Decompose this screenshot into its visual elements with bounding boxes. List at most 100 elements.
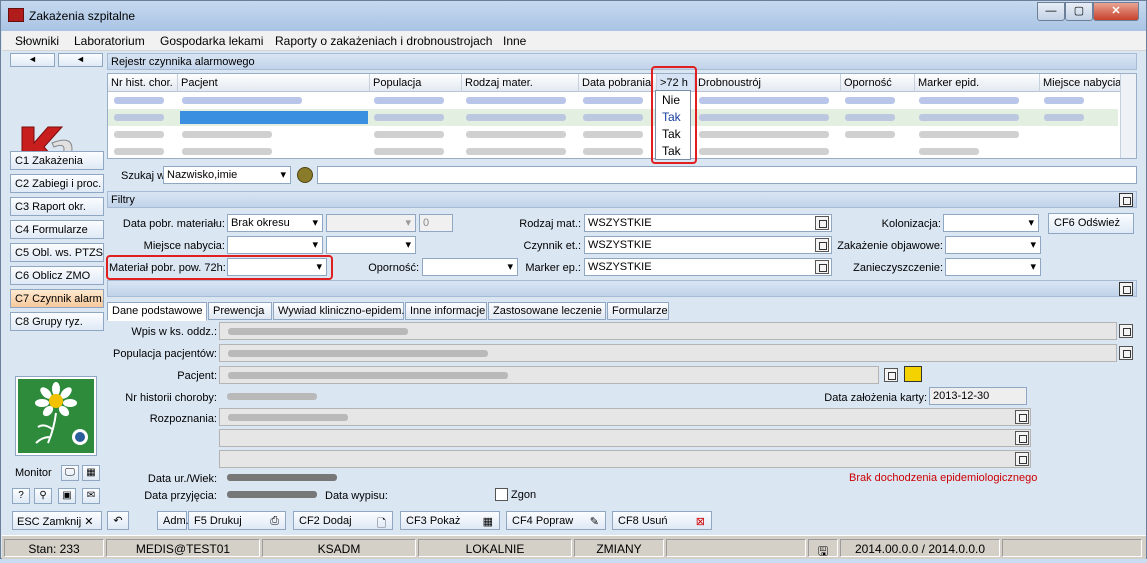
rozpoznanie-3-picker-icon[interactable] — [1015, 452, 1029, 466]
kolonizacja-select[interactable] — [943, 214, 1039, 232]
minimize-button[interactable]: — — [1037, 2, 1065, 21]
menu-gospodarka-lekami[interactable]: Gospodarka lekami — [160, 34, 263, 48]
data-pobr-label: Data pobr. materiału: — [122, 218, 225, 230]
search-input[interactable] — [317, 166, 1137, 184]
marker-ep-field[interactable]: WSZYSTKIE — [584, 258, 832, 276]
add-button[interactable]: CF2 Dodaj 🗋 — [293, 511, 393, 530]
col-data-pobrania[interactable]: Data pobrania — [579, 74, 657, 92]
menu-inne[interactable]: Inne — [503, 34, 526, 48]
app-window: Zakażenia szpitalne — ▢ ✕ Słowniki Labor… — [0, 0, 1147, 559]
nav-c4-formularze[interactable]: C4 Formularze — [10, 220, 104, 239]
nr-historii-label: Nr historii choroby: — [125, 392, 217, 404]
tab-prewencja[interactable]: Prewencja — [208, 302, 272, 320]
rodzaj-mat-picker-icon[interactable] — [815, 216, 829, 230]
zakazenie-objawowe-label: Zakażenie objawowe: — [837, 240, 943, 252]
registry-header: Rejestr czynnika alarmowego — [107, 53, 1137, 70]
show-button[interactable]: CF3 Pokaż ▦ — [400, 511, 500, 530]
col-rodzaj-mater[interactable]: Rodzaj mater. — [462, 74, 579, 92]
edit-label: CF4 Popraw — [512, 515, 574, 527]
table-row[interactable] — [108, 109, 1118, 126]
zgon-checkbox[interactable] — [495, 488, 508, 501]
data-pobr-select[interactable]: Brak okresu — [227, 214, 323, 232]
add-label: CF2 Dodaj — [299, 515, 352, 527]
exit-button[interactable]: ESC Zamknij ✕ — [12, 511, 102, 530]
mail-icon[interactable]: ✉ — [82, 488, 100, 504]
col-opornosc[interactable]: Oporność — [841, 74, 915, 92]
menu-laboratorium[interactable]: Laboratorium — [74, 34, 145, 48]
rozpoznanie-1-picker-icon[interactable] — [1015, 410, 1029, 424]
patient-card-icon[interactable] — [904, 366, 922, 382]
czynnik-et-picker-icon[interactable] — [815, 238, 829, 252]
nav-c5-obl-ws-ptzs[interactable]: C5 Obl. ws. PTZS — [10, 243, 104, 262]
delete-label: CF8 Usuń — [618, 515, 668, 527]
tab-wywiad[interactable]: Wywiad kliniczno-epidem. — [273, 302, 404, 320]
populacja-picker-icon[interactable] — [1119, 346, 1133, 360]
miejsce-nabycia-select[interactable] — [227, 236, 323, 254]
table-row[interactable] — [108, 126, 1118, 143]
nav-c2-zabiegi[interactable]: C2 Zabiegi i proc. — [10, 174, 104, 193]
wpis-label: Wpis w ks. oddz.: — [131, 326, 217, 338]
data-zalozenia-field[interactable]: 2013-12-30 — [929, 387, 1027, 405]
registry-grid: Nr hist. chor. Pacjent Populacja Rodzaj … — [107, 73, 1137, 159]
populacja-field — [219, 344, 1117, 362]
search-icon[interactable]: ⚲ — [34, 488, 52, 504]
col-drobnoustroj[interactable]: Drobnoustrój — [695, 74, 841, 92]
show-icon: ▦ — [482, 516, 493, 528]
adm-button[interactable]: Adm. — [157, 511, 189, 530]
menu-raporty[interactable]: Raporty o zakażeniach i drobnoustrojach — [275, 34, 492, 48]
tab-zastosowane-leczenie[interactable]: Zastosowane leczenie — [488, 302, 606, 320]
col-populacja[interactable]: Populacja — [370, 74, 462, 92]
data-ur-value — [219, 469, 359, 487]
tab-dane-podstawowe[interactable]: Dane podstawowe — [107, 302, 207, 321]
edit-icon: ✎ — [589, 516, 599, 528]
back-arrow-icon[interactable]: ↶ — [107, 511, 129, 530]
refresh-button[interactable]: CF6 Odśwież — [1048, 213, 1134, 234]
rozpoznanie-1 — [219, 408, 1031, 426]
miejsce-nabycia-select-2[interactable] — [326, 236, 416, 254]
table-row[interactable] — [108, 143, 1118, 158]
col-marker-epid[interactable]: Marker epid. — [915, 74, 1040, 92]
details-header-bar — [107, 280, 1137, 297]
search-field-select[interactable]: Nazwisko,imie — [163, 166, 291, 184]
collapse-details-icon[interactable] — [1119, 282, 1133, 296]
nav-c3-raport[interactable]: C3 Raport okr. — [10, 197, 104, 216]
kolonizacja-label: Kolonizacja: — [881, 218, 941, 230]
window-title: Zakażenia szpitalne — [29, 9, 136, 23]
table-row[interactable] — [108, 92, 1118, 109]
col-pacjent[interactable]: Pacjent — [178, 74, 370, 92]
image-icon[interactable]: ▣ — [58, 488, 76, 504]
filters-header: Filtry — [107, 191, 1137, 208]
close-button[interactable]: ✕ — [1093, 2, 1139, 21]
nav-back-arrow[interactable]: ◄ — [10, 53, 55, 67]
nav-c1-zakazenia[interactable]: C1 Zakażenia — [10, 151, 104, 170]
col-nr-hist[interactable]: Nr hist. chor. — [108, 74, 178, 92]
nav-c7-czynnik-alarm[interactable]: C7 Czynnik alarm. — [10, 289, 104, 308]
marker-ep-picker-icon[interactable] — [815, 260, 829, 274]
tab-inne-informacje[interactable]: Inne informacje — [405, 302, 487, 320]
zanieczyszczenie-select[interactable] — [945, 258, 1041, 276]
registry-scrollbar[interactable] — [1120, 74, 1136, 158]
nav-c6-oblicz-zmo[interactable]: C6 Oblicz ZMO — [10, 266, 104, 285]
nav-c8-grupy-ryz[interactable]: C8 Grupy ryz. — [10, 312, 104, 331]
col-miejsce-nabycia[interactable]: Miejsce nabycia — [1040, 74, 1122, 92]
menu-slowniki[interactable]: Słowniki — [15, 34, 59, 48]
gear-icon[interactable] — [297, 167, 313, 183]
nav-forward-arrow[interactable]: ◄ — [58, 53, 103, 67]
maximize-button[interactable]: ▢ — [1065, 2, 1093, 21]
marker-ep-label: Marker ep.: — [525, 262, 581, 274]
wpis-picker-icon[interactable] — [1119, 324, 1133, 338]
rozpoznanie-2-picker-icon[interactable] — [1015, 431, 1029, 445]
print-button[interactable]: F5 Drukuj ⎙ — [188, 511, 286, 530]
pacjent-picker-icon[interactable] — [884, 368, 898, 382]
calculator-icon[interactable]: ▦ — [82, 465, 100, 481]
czynnik-et-field[interactable]: WSZYSTKIE — [584, 236, 832, 254]
help-icon[interactable]: ? — [12, 488, 30, 504]
zakazenie-objawowe-select[interactable] — [945, 236, 1041, 254]
tab-formularze[interactable]: Formularze — [607, 302, 669, 320]
delete-button[interactable]: CF8 Usuń ⊠ — [612, 511, 712, 530]
rodzaj-mat-field[interactable]: WSZYSTKIE — [584, 214, 832, 232]
data-pobr-period-select — [326, 214, 416, 232]
edit-button[interactable]: CF4 Popraw ✎ — [506, 511, 606, 530]
monitor-icon[interactable]: 🖵 — [61, 465, 79, 481]
collapse-filters-icon[interactable] — [1119, 193, 1133, 207]
